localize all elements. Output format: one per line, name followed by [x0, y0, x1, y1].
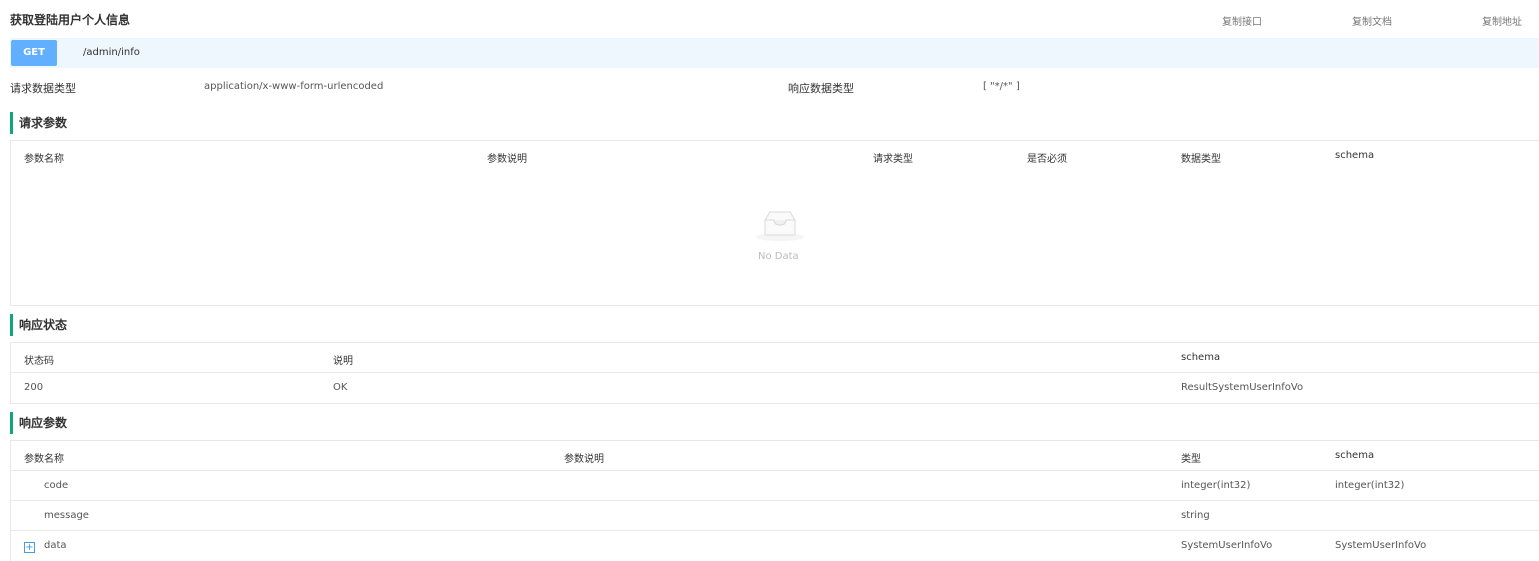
column-header: 参数名称	[24, 454, 64, 465]
request-content-type-value: application/x-www-form-urlencoded	[204, 81, 384, 92]
param-schema: SystemUserInfoVo	[1335, 540, 1427, 551]
url-bar: GET /admin/info	[10, 38, 1539, 68]
section-title-response-params: 响应参数	[10, 412, 67, 434]
column-header: 参数说明	[564, 454, 604, 465]
empty-state-text: No Data	[758, 251, 799, 262]
column-header: 参数名称	[24, 154, 64, 165]
table-header-row: 状态码 说明 schema	[11, 343, 1539, 373]
request-content-type-label: 请求数据类型	[10, 82, 76, 95]
page-title: 获取登陆用户个人信息	[10, 13, 131, 27]
table-row: message string	[11, 501, 1539, 531]
column-header: 类型	[1181, 454, 1201, 465]
section-title-request-params: 请求参数	[10, 112, 67, 134]
method-badge: GET	[11, 40, 57, 66]
param-type: string	[1181, 510, 1210, 521]
column-header: schema	[1335, 150, 1375, 161]
column-header: 参数说明	[487, 154, 527, 165]
column-header: 数据类型	[1181, 154, 1221, 165]
response-content-type-label: 响应数据类型	[788, 82, 854, 95]
copy-address-link[interactable]: 复制地址	[1482, 13, 1522, 28]
column-header: 状态码	[24, 356, 54, 367]
copy-doc-link[interactable]: 复制文档	[1352, 13, 1392, 28]
status-code: 200	[24, 382, 44, 393]
table-header-row: 参数名称 参数说明 请求类型 是否必须 数据类型 schema	[11, 141, 1539, 171]
table-row: code integer(int32) integer(int32)	[11, 471, 1539, 501]
table-row: 200 OK ResultSystemUserInfoVo	[11, 373, 1539, 403]
expand-plus-icon[interactable]: +	[24, 542, 35, 553]
column-header: 说明	[333, 356, 353, 367]
status-schema: ResultSystemUserInfoVo	[1181, 382, 1304, 393]
table-row[interactable]: + data SystemUserInfoVo SystemUserInfoVo	[11, 531, 1539, 561]
copy-interface-link[interactable]: 复制接口	[1222, 13, 1262, 28]
status-description: OK	[333, 382, 348, 393]
column-header: schema	[1335, 450, 1375, 461]
param-name: message	[44, 510, 89, 521]
param-name: code	[44, 480, 69, 491]
column-header: schema	[1181, 352, 1221, 363]
api-path: /admin/info	[83, 47, 140, 58]
param-type: integer(int32)	[1181, 480, 1251, 491]
response-content-type-value: [ "*/*" ]	[983, 81, 1020, 92]
column-header: 是否必须	[1027, 154, 1067, 165]
empty-inbox-icon	[756, 211, 804, 241]
param-type: SystemUserInfoVo	[1181, 540, 1273, 551]
section-title-response-status: 响应状态	[10, 314, 67, 336]
param-schema: integer(int32)	[1335, 480, 1405, 491]
param-name: data	[44, 540, 67, 551]
response-status-table: 状态码 说明 schema 200 OK ResultSystemUserInf…	[10, 342, 1539, 404]
response-params-table: 参数名称 参数说明 类型 schema code integer(int32) …	[10, 440, 1539, 561]
table-header-row: 参数名称 参数说明 类型 schema	[11, 441, 1539, 471]
column-header: 请求类型	[873, 154, 913, 165]
